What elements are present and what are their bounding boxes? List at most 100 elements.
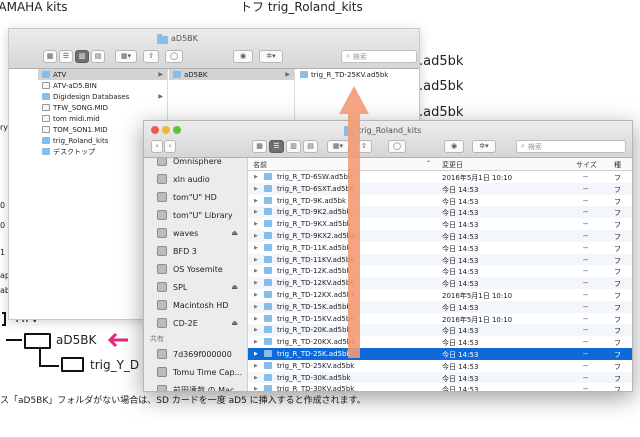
- sidebar-item[interactable]: OS Yosemite: [144, 260, 247, 278]
- sidebar-item[interactable]: SPL ⏏: [144, 278, 247, 296]
- sidebar-item-label: tom"U" Library: [173, 210, 233, 220]
- table-row[interactable]: ▶ trig_R_TD-15KV.ad5bk 2016年5月1日 10:10 -- フ: [248, 313, 632, 325]
- table-row[interactable]: ▶ trig_R_TD-25K.ad5bk 今日 14:53 -- フ: [248, 347, 632, 360]
- tag-button[interactable]: ◯: [388, 140, 406, 153]
- table-row[interactable]: ▶ trig_R_TD-20K.ad5bk 今日 14:53 -- フ: [248, 324, 632, 337]
- sidebar-item-label: BFD 3: [173, 246, 197, 256]
- table-row[interactable]: ▶ trig_R_TD-9KX2.ad5bk 今日 14:53 -- フ: [248, 229, 632, 242]
- list-item[interactable]: ATV-aD5.BIN: [38, 80, 167, 91]
- disclosure-triangle-icon[interactable]: ▶: [254, 221, 258, 227]
- table-row[interactable]: ▶ trig_R_TD-15K.ad5bk 今日 14:53 -- フ: [248, 300, 632, 313]
- folder-icon: [264, 314, 272, 322]
- disclosure-triangle-icon[interactable]: ▶: [254, 268, 258, 274]
- search-field[interactable]: ⌕ 検索: [516, 140, 626, 153]
- list-item[interactable]: aD5BK ▶: [169, 69, 294, 80]
- table-row[interactable]: ▶ trig_R_TD-30K.ad5bk 今日 14:53 -- フ: [248, 371, 632, 384]
- disclosure-triangle-icon[interactable]: ▶: [254, 375, 258, 381]
- disclosure-triangle-icon[interactable]: ▶: [254, 327, 258, 333]
- sidebar-item[interactable]: tom"U" HD: [144, 188, 247, 206]
- eject-icon[interactable]: ⏏: [231, 283, 238, 291]
- column-header-size[interactable]: サイズ: [576, 160, 597, 170]
- disclosure-triangle-icon[interactable]: ▶: [254, 292, 258, 298]
- view-list-button[interactable]: ☰: [269, 140, 284, 153]
- disclosure-triangle-icon[interactable]: ▶: [254, 174, 258, 180]
- table-row[interactable]: ▶ trig_R_TD-9K.ad5bk 今日 14:53 -- フ: [248, 195, 632, 207]
- action-button[interactable]: ✲▾: [259, 50, 283, 63]
- back-button[interactable]: ‹: [151, 140, 163, 153]
- disclosure-triangle-icon[interactable]: ▶: [254, 198, 258, 204]
- eject-icon[interactable]: ⏏: [231, 229, 238, 237]
- view-icons-button[interactable]: ▦: [252, 140, 267, 153]
- forward-button[interactable]: ›: [164, 140, 176, 153]
- disclosure-triangle-icon[interactable]: ▶: [254, 209, 258, 215]
- minimize-button[interactable]: [162, 126, 170, 134]
- view-columns-button[interactable]: ▥: [286, 140, 301, 153]
- disclosure-triangle-icon[interactable]: ▶: [254, 280, 258, 286]
- zoom-button[interactable]: [173, 126, 181, 134]
- view-coverflow-button[interactable]: ▤: [91, 50, 105, 63]
- file-size: --: [583, 302, 589, 311]
- sidebar-item[interactable]: CD-2E ⏏: [144, 314, 247, 332]
- list-item[interactable]: TFW_SONG.MID: [38, 102, 167, 113]
- list-item[interactable]: trig_R_TD-25KV.ad5bk: [296, 69, 419, 80]
- search-field[interactable]: ⌕ 検索: [341, 50, 417, 63]
- table-row[interactable]: ▶ trig_R_TD-20KX.ad5bk 今日 14:53 -- フ: [248, 336, 632, 348]
- sidebar-item[interactable]: tom"U" Library: [144, 206, 247, 224]
- tree-trig-label: trig_Y_D: [90, 358, 140, 372]
- sidebar-item[interactable]: waves ⏏: [144, 224, 247, 242]
- disclosure-triangle-icon[interactable]: ▶: [254, 257, 258, 263]
- disclosure-triangle-icon[interactable]: ▶: [254, 386, 258, 391]
- table-row[interactable]: ▶ trig_R_TD-11KV.ad5bk 今日 14:53 -- フ: [248, 253, 632, 266]
- sidebar-item[interactable]: Macintosh HD: [144, 296, 247, 314]
- table-row[interactable]: ▶ trig_R_TD-9K2.ad5bk 今日 14:53 -- フ: [248, 206, 632, 219]
- disclosure-triangle-icon[interactable]: ▶: [254, 304, 258, 310]
- sidebar-item[interactable]: Tomu Time Cap...: [144, 363, 247, 381]
- folder-icon: [264, 255, 272, 263]
- table-row[interactable]: ▶ trig_R_TD-12K.ad5bk 今日 14:53 -- フ: [248, 265, 632, 277]
- table-row[interactable]: ▶ trig_R_TD-6SXT.ad5bk 今日 14:53 -- フ: [248, 182, 632, 195]
- list-item[interactable]: ATV ▶: [38, 69, 167, 80]
- bg-fragment: ry: [0, 123, 9, 132]
- action-button[interactable]: ✲▾: [472, 140, 496, 153]
- sidebar-item[interactable]: Omnisphere: [144, 158, 247, 170]
- sidebar-item-label: CD-2E: [173, 318, 198, 328]
- disclosure-triangle-icon[interactable]: ▶: [254, 339, 258, 345]
- modified-date: 今日 14:53: [442, 197, 479, 206]
- tag-button[interactable]: ◯: [165, 50, 183, 63]
- view-list-button[interactable]: ☰: [59, 50, 73, 63]
- finder-window-trig-roland-kits[interactable]: trig_Roland_kits ‹ › ▦ ☰ ▥ ▤ ▦▾ ⇧ ◯ ◉ ✲▾…: [143, 120, 633, 392]
- disclosure-triangle-icon[interactable]: ▶: [254, 363, 258, 369]
- bg-fragment: 0: [0, 221, 6, 230]
- column-header-date[interactable]: 変更日: [442, 160, 463, 170]
- view-columns-button[interactable]: ▥: [75, 50, 89, 63]
- eject-icon[interactable]: ⏏: [231, 319, 238, 327]
- table-row[interactable]: ▶ trig_R_TD-6SW.ad5bk 2016年5月1日 10:10 -- フ: [248, 171, 632, 183]
- quicklook-button[interactable]: ◉: [233, 50, 253, 63]
- disclosure-triangle-icon[interactable]: ▶: [254, 351, 258, 357]
- table-row[interactable]: ▶ trig_R_TD-25KV.ad5bk 今日 14:53 -- フ: [248, 360, 632, 372]
- column-header-name[interactable]: 名前: [253, 160, 267, 170]
- disclosure-triangle-icon[interactable]: ▶: [254, 186, 258, 192]
- sidebar-item[interactable]: BFD 3: [144, 242, 247, 260]
- column-header-kind[interactable]: 種: [614, 160, 621, 170]
- sidebar-item[interactable]: xln audio: [144, 170, 247, 188]
- folder-icon: [42, 93, 50, 100]
- modified-date: 今日 14:53: [442, 244, 479, 253]
- table-row[interactable]: ▶ trig_R_TD-12KX.ad5bk 2016年5月1日 10:10 -- フ: [248, 289, 632, 301]
- table-row[interactable]: ▶ trig_R_TD-30KV.ad5bk 今日 14:53 -- フ: [248, 383, 632, 391]
- sidebar-item[interactable]: 7d369f000000: [144, 345, 247, 363]
- table-row[interactable]: ▶ trig_R_TD-11K.ad5bk 今日 14:53 -- フ: [248, 242, 632, 254]
- share-button[interactable]: ⇧: [143, 50, 159, 63]
- table-row[interactable]: ▶ trig_R_TD-9KX.ad5bk 今日 14:53 -- フ: [248, 218, 632, 230]
- view-icons-button[interactable]: ▦: [43, 50, 57, 63]
- arrange-button[interactable]: ▦▾: [115, 50, 137, 63]
- close-button[interactable]: [151, 126, 159, 134]
- quicklook-button[interactable]: ◉: [444, 140, 464, 153]
- disclosure-triangle-icon[interactable]: ▶: [254, 245, 258, 251]
- disclosure-triangle-icon[interactable]: ▶: [254, 316, 258, 322]
- disclosure-triangle-icon[interactable]: ▶: [254, 233, 258, 239]
- list-item[interactable]: Digidesign Databases ▶: [38, 91, 167, 102]
- sidebar-item[interactable]: 前田達哉 の Mac...: [144, 381, 247, 391]
- view-coverflow-button[interactable]: ▤: [303, 140, 318, 153]
- table-row[interactable]: ▶ trig_R_TD-12KV.ad5bk 今日 14:53 -- フ: [248, 277, 632, 289]
